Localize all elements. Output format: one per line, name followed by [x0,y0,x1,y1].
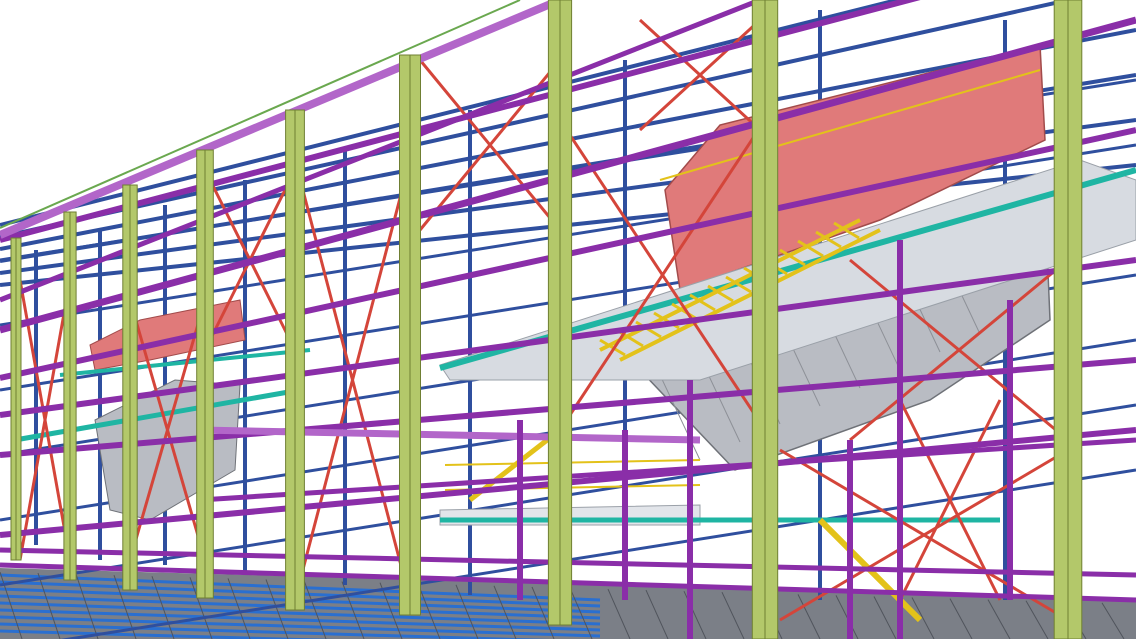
purple-beam [0,0,761,303]
steel-structure-model[interactable] [0,0,1136,639]
model-viewport[interactable] [0,0,1136,639]
handrail [444,459,701,466]
